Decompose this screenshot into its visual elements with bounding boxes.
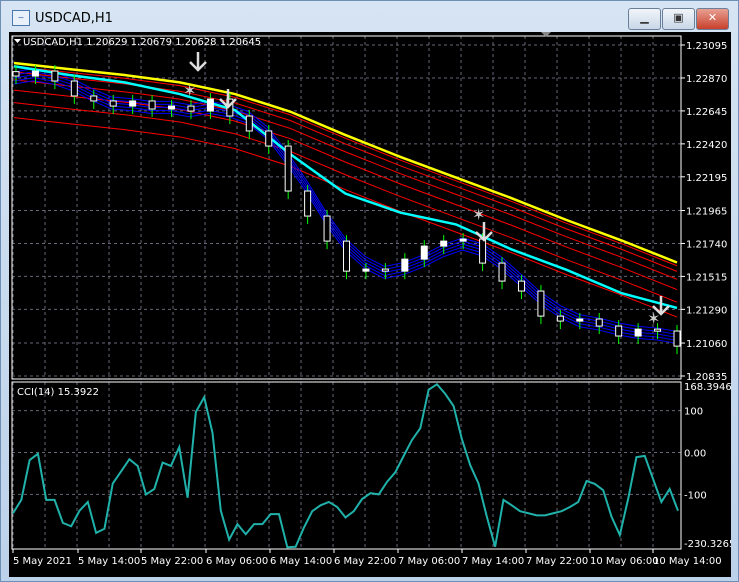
cci-tick-label: 168.3946 <box>684 382 731 393</box>
candle-body <box>343 240 350 272</box>
chart-window-icon: ~ <box>12 10 30 26</box>
price-tick-label: 1.22645 <box>686 107 727 118</box>
close-icon: ✕ <box>707 11 718 24</box>
time-tick-label: 10 May 14:00 <box>653 556 722 567</box>
candle-body <box>479 238 487 264</box>
candle-body <box>265 130 273 147</box>
candle-body <box>90 95 98 102</box>
price-tick-label: 1.21965 <box>686 207 727 218</box>
close-button[interactable]: ✕ <box>696 8 729 30</box>
cci-tick-label: 0.00 <box>684 449 706 460</box>
candle-body <box>148 100 156 110</box>
chart-window: ~ USDCAD,H1 ▁ ▣ ✕ 1.23095 1.22870 1.22645 1… <box>0 0 739 582</box>
cci-tick-label: -230.3265 <box>684 539 731 550</box>
time-tick-label: 6 May 14:00 <box>270 556 332 567</box>
candle-body <box>362 268 370 272</box>
candle-body <box>31 70 39 77</box>
candle-body <box>517 280 525 292</box>
maximize-icon: ▣ <box>673 11 684 24</box>
star-marker-icon: ✶ <box>472 205 485 224</box>
candle-body <box>673 330 681 347</box>
candle-body <box>206 98 214 112</box>
price-tick-label: 1.22420 <box>686 140 727 151</box>
price-tick-label: 1.21740 <box>686 239 727 250</box>
cci-line <box>12 382 679 549</box>
ma-fast-line <box>13 77 678 341</box>
price-plot-border <box>11 35 682 380</box>
candle-body <box>187 105 195 112</box>
ma-fast-line <box>13 80 678 344</box>
candle-body <box>537 290 545 317</box>
candle-body <box>381 268 389 272</box>
minimize-button[interactable]: ▁ <box>628 8 661 30</box>
time-tick-label: 6 May 06:00 <box>206 556 268 567</box>
candle-body <box>245 115 253 132</box>
price-tick-label: 1.23095 <box>686 41 727 52</box>
candle-body <box>168 105 176 110</box>
time-tick-label: 5 May 2021 <box>13 556 72 567</box>
star-marker-icon: ✶ <box>647 309 660 328</box>
dropdown-triangle-icon <box>14 39 21 43</box>
candle-body <box>595 318 603 327</box>
price-tick-label: 1.21290 <box>686 305 727 316</box>
candle-body <box>401 258 409 272</box>
time-tick-label: 7 May 14:00 <box>462 556 524 567</box>
cci-tick-label: 100 <box>684 407 703 418</box>
time-tick-label: 7 May 22:00 <box>526 556 588 567</box>
cci-plot-border <box>11 381 682 550</box>
window-title: USDCAD,H1 <box>35 11 113 26</box>
cci-tick-label: -100 <box>684 490 707 501</box>
candle-body <box>323 215 331 242</box>
ma-fast-line <box>13 74 678 338</box>
chart-area[interactable]: 1.23095 1.22870 1.22645 1.22420 1.22195 1.219… <box>9 32 731 577</box>
candle-body <box>440 240 448 247</box>
ma-band-line <box>13 117 678 318</box>
time-tick-label: 10 May 06:00 <box>590 556 659 567</box>
minimize-icon: ▁ <box>640 11 649 24</box>
cci-label: CCI(14) 15.3922 <box>17 387 99 398</box>
sell-arrow-icon <box>475 222 493 242</box>
price-tick-label: 1.22195 <box>686 173 727 184</box>
candle-body <box>634 328 642 337</box>
candle-body <box>129 100 137 107</box>
candle-body <box>498 262 506 282</box>
candle-body <box>615 325 623 337</box>
candle-body <box>51 70 59 82</box>
time-tick-label: 7 May 06:00 <box>398 556 460 567</box>
time-tick-label: 5 May 14:00 <box>78 556 140 567</box>
candle-body <box>70 80 78 97</box>
candle-body <box>654 328 662 332</box>
candle-body <box>12 71 20 77</box>
price-tick-label: 1.21060 <box>686 339 727 350</box>
ma-band-line <box>13 102 678 303</box>
candle-body <box>109 100 117 107</box>
candle-body <box>420 245 428 260</box>
candle-body <box>576 318 584 322</box>
price-tick-label: 1.21515 <box>686 272 727 283</box>
chart-header: USDCAD,H1 1.20629 1.20679 1.20628 1.2064… <box>23 37 261 48</box>
star-marker-icon: ✶ <box>183 81 196 100</box>
sell-arrow-icon <box>189 52 207 72</box>
candle-body <box>556 315 564 322</box>
candle-body <box>459 238 467 242</box>
time-tick-label: 5 May 22:00 <box>141 556 203 567</box>
candle-body <box>304 190 312 217</box>
maximize-button[interactable]: ▣ <box>662 8 695 30</box>
time-tick-label: 6 May 22:00 <box>334 556 396 567</box>
candle-body <box>284 145 292 192</box>
price-tick-label: 1.22870 <box>686 74 727 85</box>
